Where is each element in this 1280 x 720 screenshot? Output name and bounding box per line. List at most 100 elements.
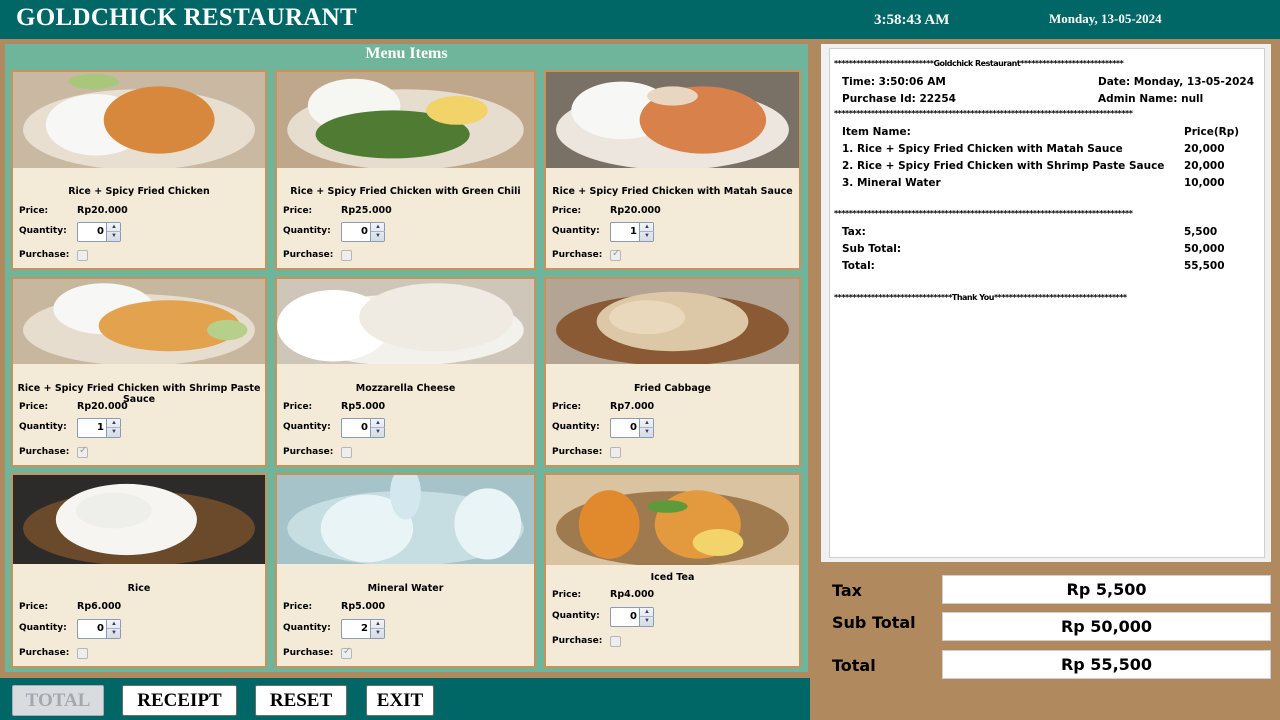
exit-button[interactable]: EXIT	[366, 685, 434, 716]
spinner-down-icon[interactable]: ▼	[640, 232, 654, 241]
subtotal-field[interactable]: Rp 50,000	[942, 612, 1271, 641]
spinner-up-icon[interactable]: ▲	[107, 223, 121, 232]
purchase-checkbox[interactable]	[77, 250, 88, 261]
purchase-checkbox[interactable]	[610, 447, 621, 458]
spinner-down-icon[interactable]: ▼	[371, 428, 385, 437]
quantity-value[interactable]: 0	[630, 422, 637, 433]
item-name: Rice + Spicy Fried Chicken	[68, 186, 210, 197]
item-name: Rice	[127, 583, 151, 594]
quantity-value[interactable]: 0	[630, 611, 637, 622]
quantity-label: Quantity:	[19, 422, 67, 432]
quantity-label: Quantity:	[19, 226, 67, 236]
menu-title: Menu Items	[365, 45, 448, 62]
spinner-up-icon[interactable]: ▲	[640, 608, 654, 617]
spinner-down-icon[interactable]: ▼	[107, 232, 121, 241]
tax-field[interactable]: Rp 5,500	[942, 575, 1271, 604]
spinner-up-icon[interactable]: ▲	[640, 419, 654, 428]
item-name: Fried Cabbage	[633, 383, 711, 394]
food-photo	[13, 72, 265, 168]
purchase-label: Purchase:	[552, 636, 603, 646]
quantity-value[interactable]: 1	[97, 422, 104, 433]
purchase-checkbox[interactable]: ✓	[341, 646, 352, 659]
purchase-checkbox[interactable]	[341, 250, 352, 261]
spinner-buttons: ▲ ▼	[370, 223, 385, 241]
quantity-spinner[interactable]: 1 ▲ ▼	[77, 418, 121, 438]
menu-item-card: Fried Cabbage Price: Rp7.000 Quantity: 0…	[544, 277, 801, 467]
receipt-date: Date: Monday, 13-05-2024	[1098, 76, 1255, 88]
quantity-spinner[interactable]: 2 ▲ ▼	[341, 619, 385, 639]
spinner-up-icon[interactable]: ▲	[371, 620, 385, 629]
purchase-checkbox[interactable]: ✓	[77, 445, 88, 458]
spinner-buttons: ▲ ▼	[370, 419, 385, 437]
receipt-line-name: 1. Rice + Spicy Fried Chicken with Matah…	[842, 143, 1123, 155]
receipt-tax: 5,500	[1184, 226, 1218, 238]
receipt-purchase-id: Purchase Id: 22254	[842, 93, 956, 105]
spinner-up-icon[interactable]: ▲	[107, 620, 121, 629]
tax-label: Tax	[832, 581, 862, 600]
receipt-subtotal-label: Sub Total:	[842, 243, 902, 255]
spinner-buttons: ▲ ▼	[106, 223, 121, 241]
quantity-spinner[interactable]: 0 ▲ ▼	[341, 418, 385, 438]
quantity-spinner[interactable]: 0 ▲ ▼	[77, 619, 121, 639]
quantity-spinner[interactable]: 0 ▲ ▼	[77, 222, 121, 242]
purchase-checkbox[interactable]	[77, 648, 88, 659]
quantity-value[interactable]: 0	[97, 226, 104, 237]
receipt-separator: ****************************************…	[834, 209, 1133, 218]
spinner-down-icon[interactable]: ▼	[107, 629, 121, 638]
spinner-up-icon[interactable]: ▲	[371, 419, 385, 428]
purchase-label: Purchase:	[19, 250, 70, 260]
quantity-label: Quantity:	[283, 226, 331, 236]
action-bar: TOTAL RECEIPT RESET EXIT	[0, 678, 810, 720]
purchase-checkbox[interactable]	[610, 636, 621, 647]
quantity-label: Quantity:	[552, 422, 600, 432]
purchase-checkbox[interactable]	[341, 447, 352, 458]
price-label: Price:	[552, 402, 582, 412]
spinner-buttons: ▲ ▼	[639, 608, 654, 626]
price-label: Price:	[19, 402, 49, 412]
spinner-up-icon[interactable]: ▲	[107, 419, 121, 428]
total-field[interactable]: Rp 55,500	[942, 650, 1271, 679]
reset-button[interactable]: RESET	[255, 685, 347, 716]
item-price: Rp5.000	[341, 601, 386, 612]
food-photo	[277, 279, 534, 364]
spinner-up-icon[interactable]: ▲	[371, 223, 385, 232]
spinner-down-icon[interactable]: ▼	[371, 232, 385, 241]
total-button[interactable]: TOTAL	[12, 685, 104, 716]
item-name: Rice + Spicy Fried Chicken with Green Ch…	[290, 186, 521, 197]
quantity-spinner[interactable]: 0 ▲ ▼	[610, 607, 654, 627]
quantity-spinner[interactable]: 0 ▲ ▼	[610, 418, 654, 438]
subtotal-label: Sub Total	[832, 613, 916, 632]
item-name: Mozzarella Cheese	[355, 383, 456, 394]
receipt-text-area[interactable]: ***************************Goldchick Res…	[829, 48, 1265, 558]
title-bar: GOLDCHICK RESTAURANT 3:58:43 AM Monday, …	[0, 0, 1280, 39]
spinner-down-icon[interactable]: ▼	[640, 428, 654, 437]
item-price: Rp7.000	[610, 401, 655, 412]
purchase-label: Purchase:	[552, 250, 603, 260]
quantity-value[interactable]: 0	[361, 226, 368, 237]
receipt-total: 55,500	[1184, 260, 1225, 272]
current-time: 3:58:43 AM	[874, 12, 950, 28]
quantity-spinner[interactable]: 0 ▲ ▼	[341, 222, 385, 242]
spinner-down-icon[interactable]: ▼	[371, 629, 385, 638]
receipt-button[interactable]: RECEIPT	[122, 685, 237, 716]
spinner-up-icon[interactable]: ▲	[640, 223, 654, 232]
receipt-item-name-label: Item Name:	[842, 126, 911, 138]
app-title: GOLDCHICK RESTAURANT	[16, 4, 357, 31]
food-photo	[13, 279, 265, 364]
purchase-label: Purchase:	[19, 447, 70, 457]
quantity-value[interactable]: 0	[97, 623, 104, 634]
food-photo	[277, 72, 534, 168]
purchase-label: Purchase:	[19, 648, 70, 658]
purchase-checkbox[interactable]: ✓	[610, 248, 621, 261]
quantity-spinner[interactable]: 1 ▲ ▼	[610, 222, 654, 242]
quantity-value[interactable]: 2	[361, 623, 368, 634]
spinner-down-icon[interactable]: ▼	[640, 617, 654, 626]
quantity-value[interactable]: 0	[361, 422, 368, 433]
menu-item-card: Rice + Spicy Fried Chicken with Matah Sa…	[544, 70, 801, 270]
spinner-down-icon[interactable]: ▼	[107, 428, 121, 437]
item-price: Rp5.000	[341, 401, 386, 412]
menu-item-card: Rice + Spicy Fried Chicken with Green Ch…	[275, 70, 536, 270]
price-label: Price:	[283, 402, 313, 412]
menu-item-card: Rice Price: Rp6.000 Quantity: 0 ▲ ▼ Purc…	[11, 473, 267, 668]
quantity-value[interactable]: 1	[630, 226, 637, 237]
